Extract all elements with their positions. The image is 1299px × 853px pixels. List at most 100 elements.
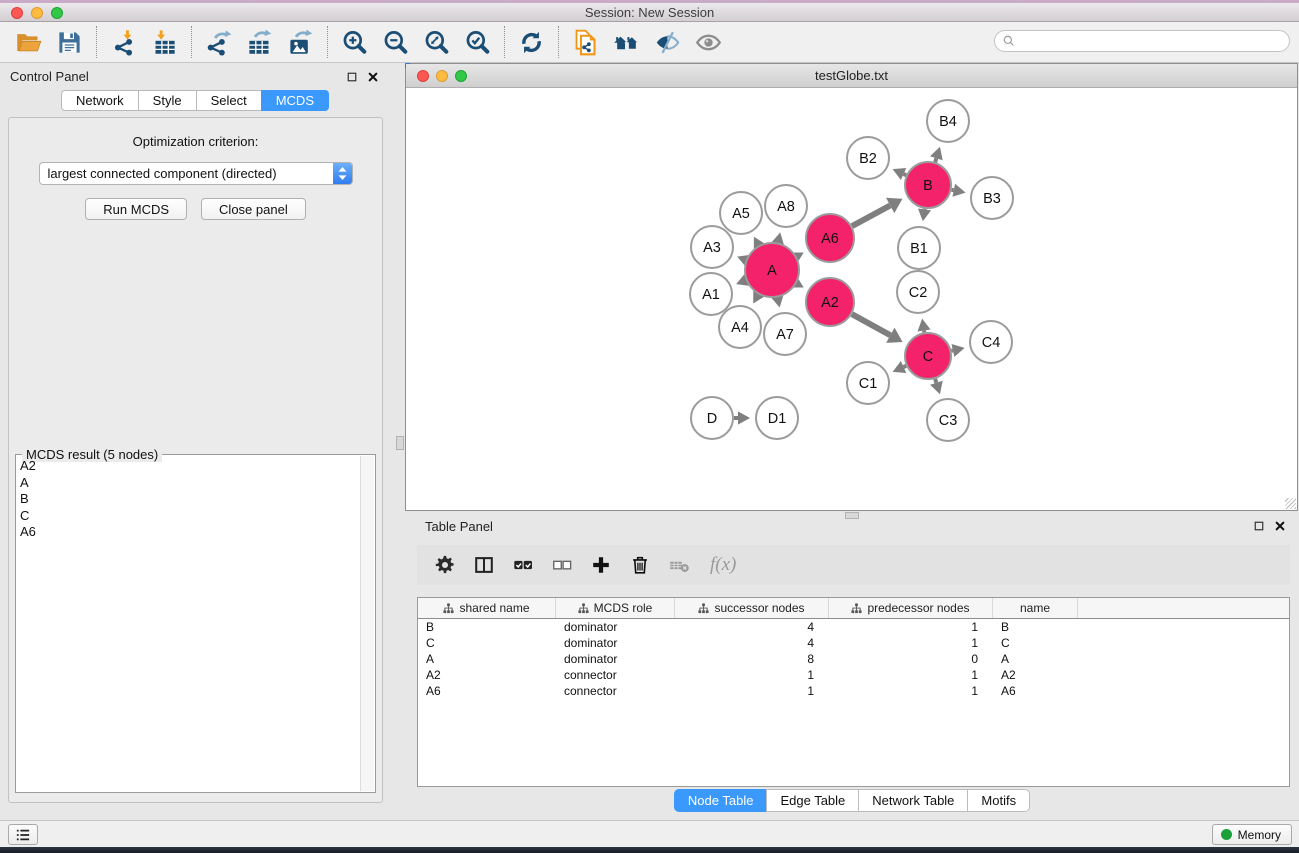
search-input[interactable] xyxy=(1016,32,1289,50)
run-mcds-button[interactable]: Run MCDS xyxy=(85,198,187,220)
float-panel-icon[interactable] xyxy=(343,69,361,85)
edge-B-B4[interactable] xyxy=(935,158,936,162)
cell-filler xyxy=(1078,683,1289,699)
table-row[interactable]: Cdominator41C xyxy=(418,635,1289,651)
home-button[interactable] xyxy=(606,24,647,60)
tab-edge-table[interactable]: Edge Table xyxy=(766,789,859,812)
column-header-predecessor-nodes[interactable]: predecessor nodes xyxy=(829,598,993,618)
table-panel-title: Table Panel xyxy=(425,519,1247,534)
tab-motifs[interactable]: Motifs xyxy=(967,789,1030,812)
function-builder-button[interactable]: f(x) xyxy=(710,554,736,576)
import-table-button[interactable] xyxy=(144,24,185,60)
result-scrollbar[interactable] xyxy=(360,456,374,791)
save-session-button[interactable] xyxy=(49,24,90,60)
export-network-button[interactable] xyxy=(198,24,239,60)
result-item-a6[interactable]: A6 xyxy=(20,524,358,541)
vertical-splitter-grip[interactable] xyxy=(396,436,404,450)
delete-table-icon xyxy=(668,554,690,576)
tab-mcds[interactable]: MCDS xyxy=(261,90,329,111)
zoom-in-button[interactable] xyxy=(334,24,375,60)
table-row[interactable]: Bdominator41B xyxy=(418,619,1289,635)
import-network-button[interactable] xyxy=(103,24,144,60)
result-item-a[interactable]: A xyxy=(20,475,358,492)
cell-name: C xyxy=(993,635,1078,651)
dropdown-stepper[interactable] xyxy=(333,162,352,185)
close-panel-icon[interactable] xyxy=(364,69,382,85)
export-image-button[interactable] xyxy=(280,24,321,60)
arrowhead-D-D1 xyxy=(738,411,750,424)
result-item-a2[interactable]: A2 xyxy=(20,458,358,475)
zoom-selected-button[interactable] xyxy=(457,24,498,60)
cell-name: A2 xyxy=(993,667,1078,683)
edge-A6-B[interactable] xyxy=(852,205,890,226)
open-session-button[interactable] xyxy=(8,24,49,60)
table-row[interactable]: A6connector11A6 xyxy=(418,683,1289,699)
optimization-criterion-dropdown[interactable]: largest connected component (directed) xyxy=(39,162,353,185)
hide-graphics-details-button[interactable] xyxy=(647,24,688,60)
tab-network-table[interactable]: Network Table xyxy=(858,789,968,812)
column-header-successor-nodes[interactable]: successor nodes xyxy=(675,598,829,618)
add-row-button[interactable] xyxy=(589,553,613,577)
import-network-icon xyxy=(110,29,137,56)
cell-predecessor-nodes: 1 xyxy=(829,667,993,683)
clone-network-button[interactable] xyxy=(565,24,606,60)
cell-filler xyxy=(1078,635,1289,651)
mcds-button-row: Run MCDS Close panel xyxy=(9,198,382,220)
tab-style[interactable]: Style xyxy=(138,90,197,111)
zoom-out-icon xyxy=(382,29,409,56)
refresh-button[interactable] xyxy=(511,24,552,60)
network-canvas[interactable]: B4B2BB3A8A5A6A3B1AC2A1A2A4A7C4CC1DD1C3 xyxy=(406,88,1297,509)
network-document-icon xyxy=(572,29,599,56)
node-label-C3: C3 xyxy=(939,413,958,429)
edge-C-C3[interactable] xyxy=(935,379,936,383)
cell-successor-nodes: 8 xyxy=(675,651,829,667)
table-row[interactable]: Adominator80A xyxy=(418,651,1289,667)
table-panel-header: Table Panel xyxy=(405,513,1299,539)
cell-shared-name: A6 xyxy=(418,683,556,699)
zoom-fit-button[interactable] xyxy=(416,24,457,60)
cell-mcds-role: connector xyxy=(556,683,675,699)
list-icon xyxy=(15,828,31,842)
resize-handle[interactable] xyxy=(1285,498,1296,509)
cell-mcds-role: dominator xyxy=(556,635,675,651)
shared-column-icon xyxy=(443,603,454,614)
export-table-button[interactable] xyxy=(239,24,280,60)
float-table-panel-icon[interactable] xyxy=(1250,518,1268,534)
window-title: Session: New Session xyxy=(0,5,1299,20)
memory-button[interactable]: Memory xyxy=(1212,824,1292,845)
close-panel-button[interactable]: Close panel xyxy=(201,198,306,220)
column-header-filler xyxy=(1078,598,1289,618)
network-graph-svg: B4B2BB3A8A5A6A3B1AC2A1A2A4A7C4CC1DD1C3 xyxy=(406,88,1297,509)
edge-A2-C[interactable] xyxy=(852,314,890,335)
show-graphics-details-button[interactable] xyxy=(688,24,729,60)
close-table-panel-icon[interactable] xyxy=(1271,518,1289,534)
edge-C-C1[interactable] xyxy=(904,366,907,367)
mcds-tab-content: Optimization criterion: largest connecte… xyxy=(8,117,383,803)
show-columns-button[interactable] xyxy=(472,553,496,577)
table-settings-button[interactable] xyxy=(433,553,457,577)
delete-row-button[interactable] xyxy=(628,553,652,577)
cell-filler xyxy=(1078,651,1289,667)
result-item-b[interactable]: B xyxy=(20,491,358,508)
main-area: Control Panel NetworkStyleSelectMCDS Opt… xyxy=(0,63,1299,820)
cell-predecessor-nodes: 1 xyxy=(829,619,993,635)
cell-shared-name: B xyxy=(418,619,556,635)
task-history-button[interactable] xyxy=(8,824,38,845)
deselect-all-button[interactable] xyxy=(550,553,574,577)
tab-select[interactable]: Select xyxy=(196,90,262,111)
delete-table-button[interactable] xyxy=(667,553,691,577)
edge-B-B2[interactable] xyxy=(904,174,907,175)
column-header-shared-name[interactable]: shared name xyxy=(418,598,556,618)
node-label-A2: A2 xyxy=(821,295,839,311)
column-header-name[interactable]: name xyxy=(993,598,1078,618)
tab-node-table[interactable]: Node Table xyxy=(674,789,768,812)
zoom-out-button[interactable] xyxy=(375,24,416,60)
select-all-button[interactable] xyxy=(511,553,535,577)
table-row[interactable]: A2connector11A2 xyxy=(418,667,1289,683)
column-header-label: shared name xyxy=(459,601,529,615)
tab-network[interactable]: Network xyxy=(61,90,139,111)
column-header-mcds-role[interactable]: MCDS role xyxy=(556,598,675,618)
cell-successor-nodes: 1 xyxy=(675,667,829,683)
column-header-label: predecessor nodes xyxy=(867,601,969,615)
result-item-c[interactable]: C xyxy=(20,508,358,525)
